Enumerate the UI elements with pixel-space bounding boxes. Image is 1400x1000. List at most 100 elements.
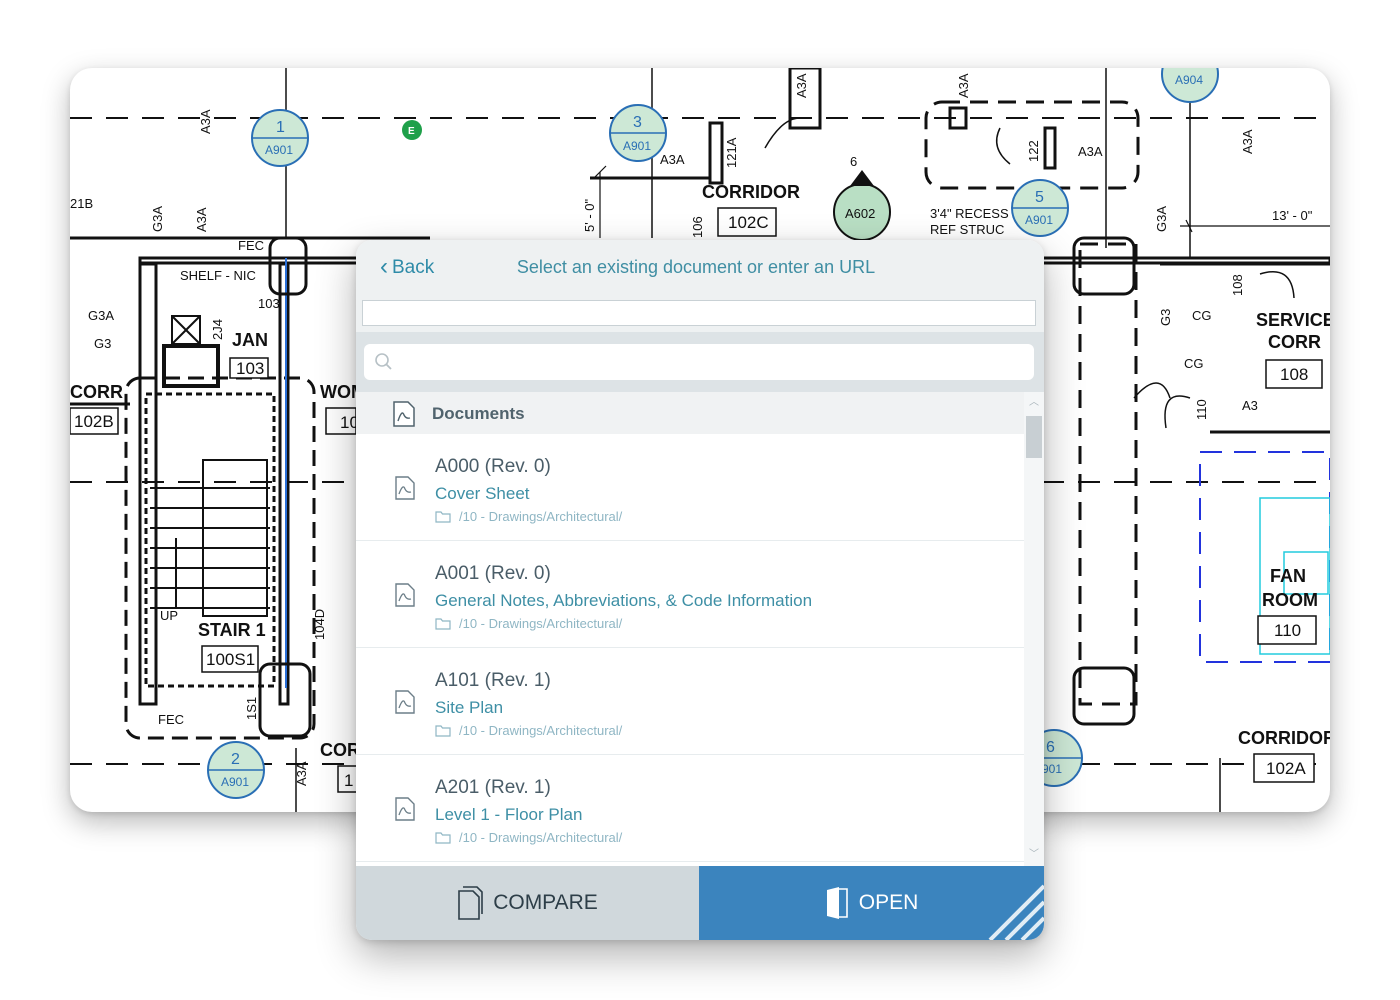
compare-documents-icon	[458, 886, 483, 920]
section-label: Documents	[432, 404, 525, 423]
document-description: General Notes, Abbreviations, & Code Inf…	[435, 591, 813, 610]
document-name: A101 (Rev. 1)	[435, 670, 551, 691]
callout-sheet: A901	[265, 143, 293, 157]
list-scrollbar[interactable]: ︿ ﹀	[1024, 392, 1044, 866]
grid-label: G3	[1158, 309, 1173, 326]
folder-icon	[435, 831, 451, 844]
corner-stripes-decoration	[988, 884, 1044, 940]
grid-label: 106	[690, 216, 705, 238]
document-row[interactable]: A001 (Rev. 0) General Notes, Abbreviatio…	[356, 541, 1024, 648]
room-number: 100S1	[206, 650, 255, 669]
search-icon	[375, 353, 392, 370]
dimension-label: 13' - 0"	[1272, 208, 1313, 223]
room-number: 103	[236, 359, 264, 378]
open-button[interactable]: OPEN	[699, 866, 1044, 940]
note-label: SHELF - NIC	[180, 268, 256, 283]
folder-icon	[435, 724, 451, 737]
document-list[interactable]: Documents A000 (Rev. 0) Cover Sheet /10 …	[356, 392, 1044, 866]
path-text: /10 - Drawings/Architectural/	[459, 509, 623, 524]
document-picker-dialog: ‹ Back Select an existing document or en…	[356, 240, 1044, 940]
document-row[interactable]: A000 (Rev. 0) Cover Sheet /10 - Drawings…	[356, 434, 1024, 541]
document-path: /10 - Drawings/Architectural/	[435, 509, 622, 524]
stage: CORRIDOR JAN CORR STAIR 1 SERVICE CORR F…	[0, 0, 1400, 1000]
path-text: /10 - Drawings/Architectural/	[459, 723, 623, 738]
dialog-footer: COMPARE OPEN	[356, 866, 1044, 940]
documents-section-header: Documents	[356, 392, 1024, 434]
pdf-file-icon	[395, 583, 415, 607]
back-button[interactable]: ‹ Back	[380, 254, 434, 282]
document-path: /10 - Drawings/Architectural/	[435, 616, 622, 631]
svg-text:E: E	[408, 126, 415, 137]
grid-label: 110	[1194, 399, 1209, 420]
room-number: 102A	[1266, 759, 1306, 778]
pdf-file-icon	[393, 401, 415, 427]
grid-label: G3A	[88, 308, 114, 323]
note-label: 3'4" RECESS	[930, 206, 1009, 221]
document-description: Level 1 - Floor Plan	[435, 805, 583, 824]
open-label: OPEN	[858, 891, 919, 914]
grid-label: A3A	[1240, 129, 1255, 154]
document-row[interactable]: A201 (Rev. 1) Level 1 - Floor Plan /10 -…	[356, 755, 1024, 862]
document-path: /10 - Drawings/Architectural/	[435, 723, 622, 738]
note-label: 6	[850, 154, 857, 169]
room-name: SERVICE	[1256, 310, 1330, 330]
grid-label: 122	[1026, 140, 1041, 162]
grid-label: CG	[1184, 356, 1204, 371]
callout-number: 3	[633, 114, 642, 131]
url-input[interactable]	[362, 300, 1036, 326]
folder-icon	[435, 510, 451, 523]
callout-number: 1	[276, 119, 285, 136]
note-label: UP	[160, 608, 178, 623]
room-name: CORRIDOR	[1238, 728, 1330, 748]
search-input[interactable]	[402, 348, 1022, 376]
callout-sheet: 901	[1042, 762, 1062, 776]
callout-sheet: A901	[1025, 213, 1053, 227]
grid-label: 108	[1230, 274, 1245, 296]
search-box	[364, 344, 1034, 380]
document-name: A000 (Rev. 0)	[435, 456, 551, 477]
callout-number: 2	[231, 751, 240, 768]
room-number: 102B	[74, 412, 114, 431]
compare-button[interactable]: COMPARE	[356, 866, 699, 940]
grid-label: A3	[1242, 398, 1258, 413]
chevron-left-icon: ‹	[380, 253, 388, 280]
scroll-up-icon[interactable]: ︿	[1028, 398, 1040, 408]
document-path: /10 - Drawings/Architectural/	[435, 830, 622, 845]
search-bar	[356, 332, 1044, 392]
location-marker-icon[interactable]: E	[402, 120, 422, 140]
compare-label: COMPARE	[493, 891, 598, 914]
note-label: 2J4	[210, 319, 225, 340]
scrollbar-thumb[interactable]	[1026, 416, 1042, 458]
scroll-down-icon[interactable]: ﹀	[1028, 850, 1040, 860]
grid-label: A3A	[194, 207, 209, 232]
grid-label: CG	[1192, 308, 1212, 323]
grid-label: A3A	[1078, 144, 1103, 159]
grid-label: A3A	[198, 109, 213, 134]
document-name: A201 (Rev. 1)	[435, 777, 551, 798]
room-number: 102C	[728, 213, 769, 232]
document-description: Cover Sheet	[435, 484, 530, 503]
dialog-header: ‹ Back Select an existing document or en…	[356, 240, 1044, 332]
room-name: CORR	[1268, 332, 1321, 352]
dialog-title: Select an existing document or enter an …	[516, 257, 876, 277]
grid-label: 1S1	[244, 697, 259, 720]
room-name: FAN	[1270, 566, 1306, 586]
path-text: /10 - Drawings/Architectural/	[459, 830, 623, 845]
grid-label: A3A	[660, 152, 685, 167]
room-number: 1	[344, 771, 353, 790]
path-text: /10 - Drawings/Architectural/	[459, 616, 623, 631]
grid-label: 104D	[312, 609, 327, 640]
document-name: A001 (Rev. 0)	[435, 563, 551, 584]
document-description: Site Plan	[435, 698, 504, 717]
room-number: 108	[1280, 365, 1308, 384]
room-name: CORR	[70, 382, 123, 402]
callout-sheet: A901	[221, 775, 249, 789]
callout-sheet: A602	[845, 206, 875, 221]
note-label: 21B	[70, 196, 93, 211]
document-row[interactable]: A101 (Rev. 1) Site Plan /10 - Drawings/A…	[356, 648, 1024, 755]
callout-sheet: A901	[623, 139, 651, 153]
grid-label: FEC	[238, 238, 264, 253]
grid-label: A3A	[956, 73, 971, 98]
back-label: Back	[392, 257, 435, 278]
pdf-file-icon	[395, 690, 415, 714]
